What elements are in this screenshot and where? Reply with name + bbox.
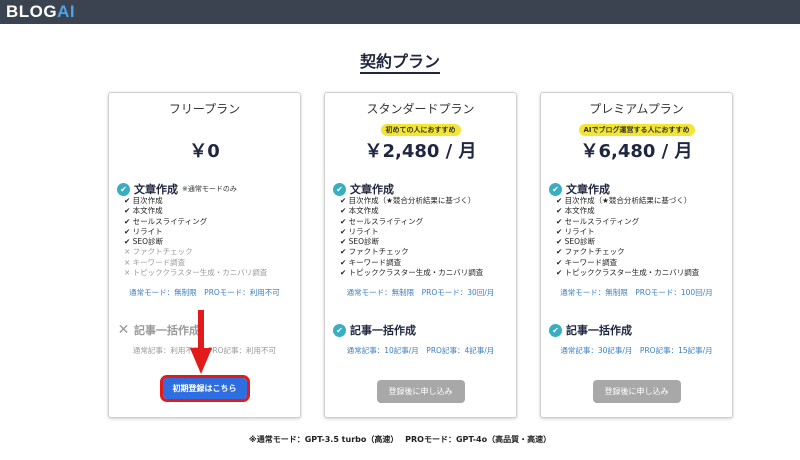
plan-card-premium: プレミアムプラン AIでブログ運営する人におすすめ ￥6,480 / 月 ✔ 文… [540,92,733,418]
writing-section-heading: ✔ 文章作成 ※通常モードのみ [117,181,237,197]
logo-text: BLOG [6,2,58,21]
plan-name: スタンダードプラン [366,102,475,116]
feature-item-unavailable: × キーワード調査 [124,257,186,267]
feature-item: ✔ ファクトチェック [556,247,625,257]
section-title: 文章作成 [566,183,610,196]
bulk-section-heading: ✕ 記事一括作成 [117,322,200,338]
feature-list: ✔ 目次作成（★競合分析結果に基づく） ✔ 本文作成 ✔ セールスライティング … [556,196,699,278]
feature-item: ✔ セールスライティング [340,216,424,226]
feature-item: ✔ 本文作成 [124,206,163,216]
writing-section-heading: ✔ 文章作成 [549,181,610,197]
logo-accent-text: AI [57,2,76,21]
model-footnote: ※通常モード：GPT-3.5 turbo（高速） PROモード：GPT-4o（高… [248,435,552,444]
x-icon: ✕ [117,321,130,338]
feature-item: ✔ SEO診断 [556,237,596,247]
feature-item: ✔ キーワード調査 [340,257,402,267]
recommend-badge: 初めての人におすすめ [380,124,461,136]
section-note: ※通常モードのみ [182,185,237,193]
mode-usage: 通常モード：無制限 PROモード：100回/月 [560,288,713,297]
plan-price: ￥0 [189,141,220,162]
feature-item: ✔ セールスライティング [556,216,640,226]
section-title: 文章作成 [134,183,178,196]
check-circle-icon: ✔ [333,323,346,337]
logo[interactable]: BLOGAI [6,2,75,22]
feature-list: ✔ 目次作成 ✔ 本文作成 ✔ セールスライティング ✔ リライト ✔ SEO診… [124,196,267,278]
feature-item: ✔ キーワード調査 [556,257,618,267]
feature-item: ✔ セールスライティング [124,216,208,226]
recommend-badge: AIでブログ運営する人におすすめ [578,124,695,136]
register-button[interactable]: 初期登録はこちら [159,375,250,402]
check-circle-icon: ✔ [549,323,562,337]
check-circle-icon: ✔ [549,182,562,196]
bulk-section-heading: ✔ 記事一括作成 [549,322,632,338]
section-title: 文章作成 [350,183,394,196]
feature-list: ✔ 目次作成（★競合分析結果に基づく） ✔ 本文作成 ✔ セールスライティング … [340,196,483,278]
feature-item: ✔ 目次作成（★競合分析結果に基づく） [556,196,692,205]
top-bar: BLOGAI [0,0,800,24]
bulk-section-heading: ✔ 記事一括作成 [333,322,416,338]
mode-usage: 通常モード：無制限 PROモード：30回/月 [346,288,495,297]
section-title: 記事一括作成 [566,324,632,337]
feature-item: ✔ SEO診断 [124,237,164,247]
red-arrow-icon [190,310,212,374]
plan-name: プレミアムプラン [589,102,684,116]
article-counts: 通常記事：10記事/月 PRO記事：4記事/月 [346,346,495,355]
feature-item: ✔ トピッククラスター生成・カニバリ調査 [340,268,484,278]
feature-item: ✔ ファクトチェック [340,247,409,257]
feature-item: ✔ リライト [124,226,163,236]
feature-item: ✔ 目次作成（★競合分析結果に基づく） [340,196,476,205]
check-circle-icon: ✔ [117,182,130,196]
feature-item: ✔ 本文作成 [340,206,379,216]
feature-item: ✔ リライト [340,226,379,236]
plan-price: ￥6,480 / 月 [580,141,693,162]
apply-after-register-button[interactable]: 登録後に申し込み [592,380,681,403]
feature-item: ✔ 本文作成 [556,206,595,216]
feature-item-unavailable: × ファクトチェック [124,247,193,257]
writing-section-heading: ✔ 文章作成 [333,181,394,197]
plan-price: ￥2,480 / 月 [364,141,477,162]
feature-item: ✔ SEO診断 [340,237,380,247]
section-title: 記事一括作成 [350,324,416,337]
feature-item: ✔ リライト [556,226,595,236]
page-title: 契約プラン [0,48,800,74]
plan-card-standard: スタンダードプラン 初めての人におすすめ ￥2,480 / 月 ✔ 文章作成 ✔… [324,92,517,418]
feature-item: ✔ トピッククラスター生成・カニバリ調査 [556,268,700,278]
plan-name: フリープラン [168,102,241,116]
feature-item: ✔ 目次作成 [124,196,163,205]
feature-item-unavailable: × トピッククラスター生成・カニバリ調査 [124,268,268,278]
check-circle-icon: ✔ [333,182,346,196]
mode-usage: 通常モード：無制限 PROモード：利用不可 [129,288,280,297]
article-counts: 通常記事：30記事/月 PRO記事：15記事/月 [560,346,713,355]
apply-after-register-button[interactable]: 登録後に申し込み [376,380,465,403]
